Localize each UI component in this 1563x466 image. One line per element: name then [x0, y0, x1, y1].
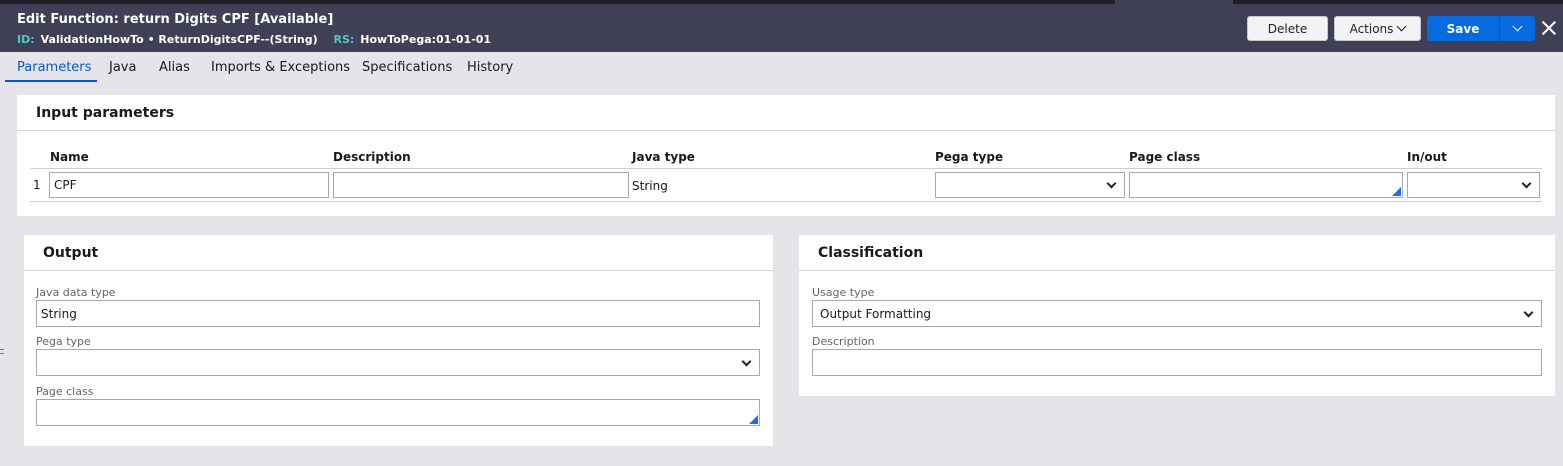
java-data-type-label: Java data type — [36, 286, 116, 299]
tab-alias[interactable]: Alias — [159, 60, 190, 75]
header-top-strip — [0, 0, 1115, 4]
id-label: ID: — [17, 33, 35, 46]
header-top-strip-right — [1233, 0, 1563, 4]
output-title: Output — [43, 245, 99, 261]
param-java-type: String — [632, 179, 668, 193]
actions-button[interactable]: Actions — [1334, 16, 1421, 41]
grid-header-divider — [30, 168, 1542, 169]
id-value: ValidationHowTo • ReturnDigitsCPF--(Stri… — [40, 33, 318, 46]
param-pega-type-select[interactable] — [935, 172, 1125, 198]
rule-status: [Available] — [254, 12, 334, 27]
save-button-label: Save — [1446, 21, 1480, 36]
chevron-down-icon — [741, 356, 752, 367]
autocomplete-corner-icon — [1392, 187, 1401, 196]
classification-title: Classification — [818, 245, 924, 261]
description-label: Description — [812, 335, 875, 348]
rule-header: Edit Function: return Digits CPF [Availa… — [0, 0, 1563, 52]
chevron-down-icon — [1106, 178, 1117, 189]
delete-button[interactable]: Delete — [1247, 16, 1328, 41]
output-header: Output — [24, 235, 773, 271]
pega-type-select[interactable] — [36, 349, 760, 376]
page-class-input[interactable] — [36, 399, 760, 426]
usage-type-select[interactable]: Output Formatting — [812, 300, 1542, 327]
input-parameters-panel: Input parameters Name Description Java t… — [17, 95, 1555, 216]
rule-tabs: Parameters Java Alias Imports & Exceptio… — [0, 52, 1563, 82]
rule-meta: ID: ValidationHowTo • ReturnDigitsCPF--(S… — [17, 33, 503, 46]
tab-imports-exceptions[interactable]: Imports & Exceptions — [211, 60, 350, 75]
tab-parameters[interactable]: Parameters — [17, 60, 91, 75]
classification-panel: Classification Usage type Output Formatt… — [799, 235, 1555, 396]
tab-history[interactable]: History — [467, 60, 513, 75]
page-class-label: Page class — [36, 385, 94, 398]
output-panel: Output Java data type String Pega type P… — [24, 235, 773, 446]
chevron-down-icon — [1521, 178, 1532, 189]
classification-header: Classification — [799, 235, 1555, 271]
column-header-java-type: Java type — [632, 150, 695, 164]
active-tab-indicator — [5, 80, 97, 82]
column-header-in-out: In/out — [1407, 150, 1447, 164]
resize-handle[interactable] — [0, 349, 4, 354]
description-input[interactable] — [812, 349, 1542, 376]
usage-type-label: Usage type — [812, 286, 875, 299]
chevron-down-icon — [1396, 21, 1407, 32]
usage-type-value: Output Formatting — [820, 307, 932, 321]
row-number: 1 — [33, 178, 41, 192]
param-name-input[interactable]: CPF — [49, 172, 329, 198]
tab-specifications[interactable]: Specifications — [362, 60, 452, 75]
rs-value: HowToPega:01-01-01 — [360, 33, 492, 46]
param-page-class-input[interactable] — [1129, 172, 1403, 198]
rule-title-text: Edit Function: return Digits CPF — [17, 12, 250, 27]
actions-button-label: Actions — [1349, 21, 1394, 36]
pega-type-label: Pega type — [36, 335, 91, 348]
delete-button-label: Delete — [1267, 21, 1308, 36]
save-button[interactable]: Save — [1427, 16, 1499, 41]
grid-row-divider — [30, 201, 1542, 202]
rs-label: RS: — [333, 33, 355, 46]
java-data-type-input[interactable]: String — [36, 300, 760, 327]
column-header-pega-type: Pega type — [935, 150, 1004, 164]
save-options-button[interactable] — [1500, 16, 1535, 41]
param-in-out-select[interactable] — [1407, 172, 1540, 198]
chevron-down-icon — [1523, 307, 1534, 318]
input-parameters-title: Input parameters — [36, 105, 175, 121]
tab-java[interactable]: Java — [109, 60, 136, 75]
rule-title: Edit Function: return Digits CPF [Availa… — [17, 12, 333, 27]
chevron-down-icon — [1512, 21, 1523, 32]
column-header-page-class: Page class — [1129, 150, 1201, 164]
close-icon[interactable] — [1541, 20, 1557, 36]
autocomplete-corner-icon — [749, 415, 758, 424]
column-header-name: Name — [50, 150, 89, 164]
input-parameters-header: Input parameters — [17, 95, 1555, 131]
param-description-input[interactable] — [333, 172, 629, 198]
column-header-description: Description — [333, 150, 411, 164]
